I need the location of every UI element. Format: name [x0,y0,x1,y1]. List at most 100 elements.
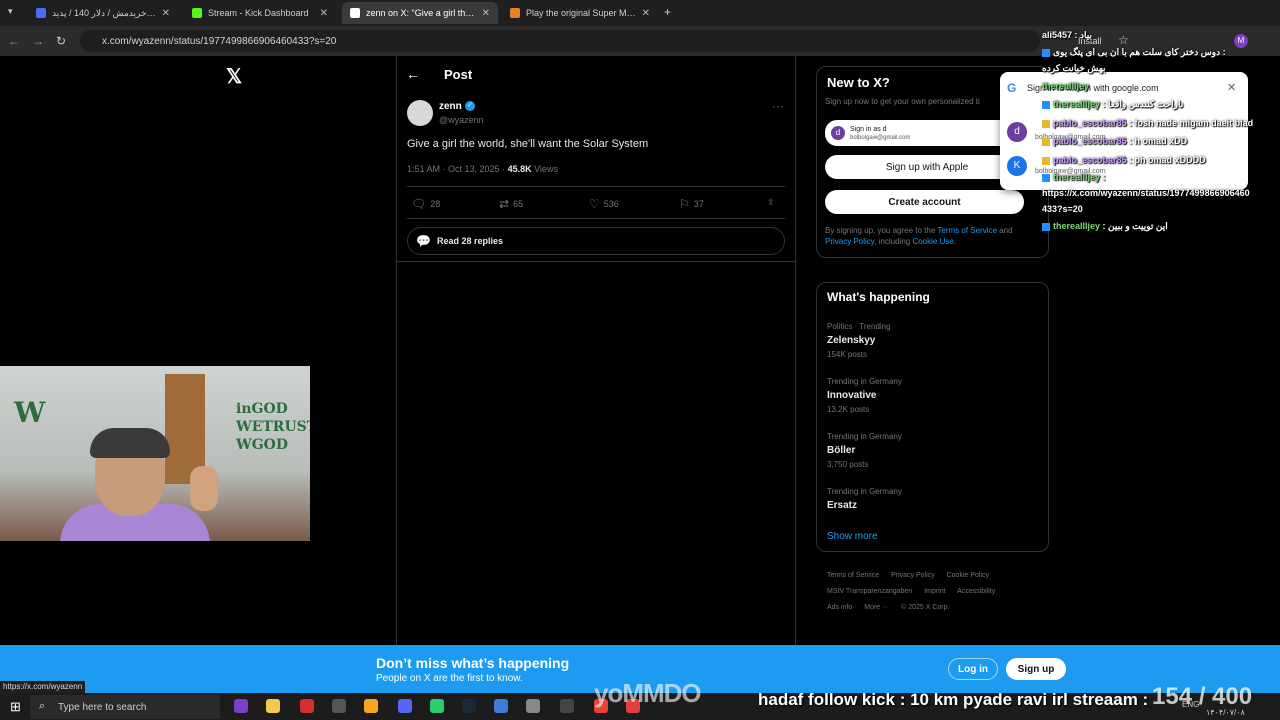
footer-link[interactable]: Ads info [827,604,852,611]
reload-icon[interactable]: ↻ [56,34,66,48]
stream-overlay-logo: yoMMDO [594,678,702,708]
more-options-icon[interactable]: ··· [772,99,784,113]
footer-links: Terms of Service Privacy Policy Cookie P… [827,568,1042,616]
tab-1[interactable]: بلاخره خریدمش / دلار 140 / پدید ✕ [28,2,178,24]
terms-of-service-link[interactable]: Terms of Service [937,226,997,235]
tweet-views-label: Views [531,164,558,174]
footer-link[interactable]: Privacy Policy [891,572,935,579]
tab-close-icon[interactable]: ✕ [642,8,650,19]
apple-signup-button[interactable]: Sign up with Apple [825,155,1024,179]
badge-icon [1042,156,1050,165]
trend-name[interactable]: Innovative [827,390,876,401]
footer-link[interactable]: MStV Transparenzangaben [827,588,912,595]
reply-button[interactable]: 🗨 28 [411,197,440,211]
footer-link[interactable]: Imprint [924,588,945,595]
address-bar[interactable]: x.com/wyazenn/status/1977499866906460433… [80,30,1040,52]
trend-category: Politics · Trending [827,322,891,331]
bookmark-star-icon[interactable]: ☆ [1118,33,1129,47]
author-handle[interactable]: @wyazenn [439,115,484,125]
clock-date[interactable]: ۱۴۰۴/۰۷/۰۸ [1206,708,1245,717]
chat-message: دوس دختر کای سلت هم با ان بی ای پتگ یوی … [1042,47,1226,58]
bookmark-button[interactable]: ⚐ 37 [679,197,704,211]
trend-category: Trending in Germany [827,432,902,441]
taskbar-app-icon[interactable] [560,699,574,713]
signup-button[interactable]: Sign up [1006,658,1066,680]
tab-menu-icon[interactable]: ▾ [8,6,13,17]
read-replies-button[interactable]: 💬 Read 28 replies [407,227,785,255]
taskbar-app-icon[interactable] [300,699,314,713]
terms-including: , including [874,237,913,246]
badge-icon [1042,137,1050,146]
tab-label: بلاخره خریدمش / دلار 140 / پدید [52,7,156,18]
share-icon[interactable]: ⇪ [767,197,775,208]
chat-username: thereallljey [1053,99,1101,109]
taskbar-app-icon[interactable] [332,699,346,713]
repost-button[interactable]: ⇄ 65 [499,197,523,211]
taskbar-app-icon[interactable] [430,699,444,713]
taskbar-app-icon[interactable] [234,699,248,713]
tab-2[interactable]: Stream - Kick Dashboard ✕ [184,2,336,24]
x-logo-icon[interactable]: 𝕏 [226,64,242,89]
account-avatar: d [1007,122,1027,142]
footer-link[interactable]: More ··· [864,604,889,611]
chat-message: thereallljey : این توییت و ببین [1042,221,1168,232]
windows-start-icon[interactable]: ⊞ [10,699,21,715]
bookmark-icon: ⚐ [679,197,690,211]
forward-icon[interactable]: → [32,34,44,48]
cookie-use-link[interactable]: Cookie Use. [912,237,956,246]
chat-username: thereallljey [1053,221,1101,231]
taskbar-app-icon[interactable] [526,699,540,713]
footer-link[interactable]: Terms of Service [827,572,879,579]
badge-icon [1042,48,1050,57]
chat-message: pablo_escobar85 : h omad xDD [1042,136,1187,146]
badge-icon [1042,119,1050,128]
tab-4[interactable]: Play the original Super Mario B ✕ [502,2,658,24]
tweet-time[interactable]: 1:51 AM · Oct 13, 2025 · [407,164,508,174]
badge-icon [1042,100,1050,109]
back-icon[interactable]: ← [8,34,20,48]
chat-text: : [1102,172,1106,182]
login-button[interactable]: Log in [948,658,998,680]
show-more-link[interactable]: Show more [827,531,878,542]
taskbar-app-icon[interactable] [494,699,508,713]
create-account-button[interactable]: Create account [825,190,1024,214]
footer-link[interactable]: Accessibility [957,588,995,595]
footer-link[interactable]: Cookie Policy [947,572,989,579]
tab-label: Stream - Kick Dashboard [208,8,309,18]
tab-label: zenn on X: "Give a girl the worl [366,8,476,18]
signin-as-label: Sign in as d [850,125,887,133]
taskbar-search[interactable]: ⌕ Type here to search [30,695,220,719]
chat-username: pablo_escobar85 [1053,136,1127,146]
back-arrow-icon[interactable]: ← [406,66,420,82]
signin-email: bolbolgaw@gmail.com [850,134,911,141]
privacy-policy-link[interactable]: Privacy Policy [825,237,874,246]
taskbar-app-icon[interactable] [398,699,412,713]
taskbar-app-icon[interactable] [462,699,476,713]
signup-label: Sign up [1017,663,1055,675]
author-avatar[interactable] [407,100,433,126]
profile-avatar[interactable]: M [1234,34,1248,48]
tab-close-icon[interactable]: ✕ [482,8,490,19]
taskbar-app-icon[interactable] [364,699,378,713]
trend-name[interactable]: Zelenskyy [827,335,875,346]
taskbar-app-icon[interactable] [266,699,280,713]
google-signin-button[interactable]: d Sign in as d bolbolgaw@gmail.com [825,120,1024,146]
chat-message: thereallljey [1042,81,1089,91]
close-icon[interactable]: ✕ [1227,81,1236,94]
chat-username: thereallljey [1053,172,1101,182]
tab-close-icon[interactable]: ✕ [162,8,170,19]
tab-close-icon[interactable]: ✕ [320,8,328,19]
language-indicator[interactable]: ENG [1182,700,1199,709]
author-name[interactable]: zenn [439,101,462,112]
divider [407,218,785,219]
new-tab-icon[interactable]: + [664,5,671,19]
trend-name[interactable]: Böller [827,445,855,456]
tab-favicon-icon [350,8,360,18]
signup-subtitle: Sign up now to get your own personalized… [825,97,980,106]
trend-name[interactable]: Ersatz [827,500,857,511]
tab-3[interactable]: zenn on X: "Give a girl the worl ✕ [342,2,498,24]
chat-message: 433?s=20 [1042,204,1083,214]
create-account-label: Create account [888,196,961,208]
terms-and: and [996,226,1013,235]
like-button[interactable]: ♡ 536 [589,197,619,211]
